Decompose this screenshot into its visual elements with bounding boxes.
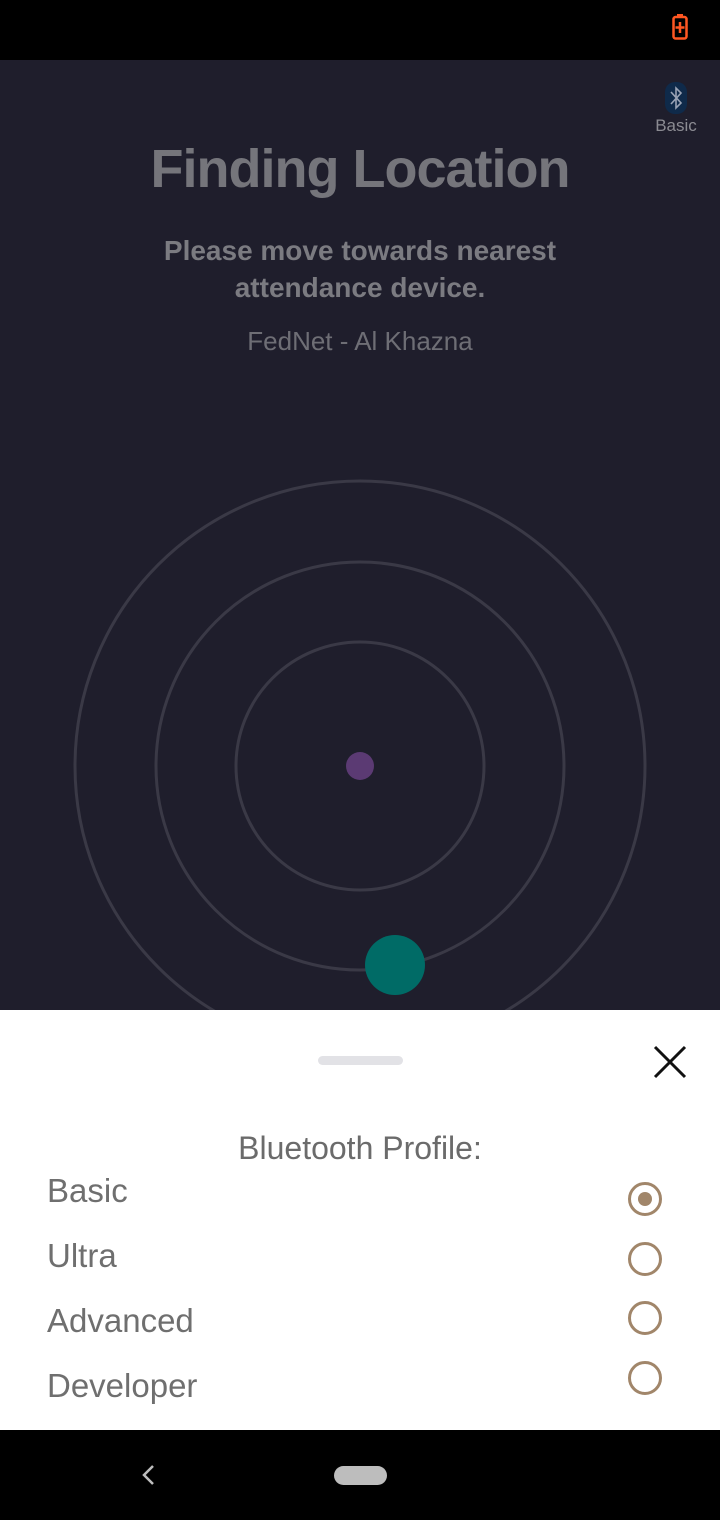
- radio-button[interactable]: [628, 1242, 662, 1276]
- radio-button[interactable]: [628, 1301, 662, 1335]
- instruction-text: Please move towards nearest attendance d…: [163, 235, 557, 303]
- profile-indicator-label: Basic: [655, 116, 697, 135]
- device-dot: [365, 935, 425, 995]
- profile-option-label: Developer: [47, 1367, 198, 1404]
- profile-option-label: Ultra: [47, 1237, 117, 1274]
- page-title: Finding Location: [150, 139, 571, 199]
- profile-option-developer[interactable]: Developer: [0, 1361, 720, 1427]
- bluetooth-profile-indicator[interactable]: Basic: [654, 82, 698, 138]
- profile-option-basic[interactable]: Basic: [0, 1172, 720, 1232]
- organization-name: FedNet - Al Khazna: [247, 326, 473, 356]
- home-pill-icon[interactable]: [334, 1466, 387, 1485]
- drag-handle[interactable]: [318, 1056, 403, 1065]
- profile-option-ultra[interactable]: Ultra: [0, 1237, 720, 1297]
- radar-ring-outer: [73, 479, 647, 1010]
- radio-button-selected[interactable]: [628, 1182, 662, 1216]
- radar-graphic: [73, 479, 647, 1010]
- location-finder-screen: Basic Finding Location Please move towar…: [0, 60, 720, 1010]
- radio-button[interactable]: [628, 1361, 662, 1395]
- bluetooth-profile-sheet: Bluetooth Profile: Basic Ultra Advanced …: [0, 1010, 720, 1430]
- sheet-title: Bluetooth Profile:: [238, 1130, 482, 1166]
- status-bar: [0, 0, 720, 60]
- close-icon[interactable]: [652, 1044, 688, 1080]
- back-icon[interactable]: [138, 1462, 160, 1488]
- profile-option-label: Advanced: [47, 1302, 194, 1339]
- bluetooth-icon: [665, 82, 687, 114]
- battery-charging-icon: [672, 14, 688, 40]
- user-position-dot: [346, 752, 374, 780]
- profile-option-advanced[interactable]: Advanced: [0, 1301, 720, 1362]
- profile-option-label: Basic: [47, 1172, 128, 1209]
- navigation-bar: [0, 1430, 720, 1520]
